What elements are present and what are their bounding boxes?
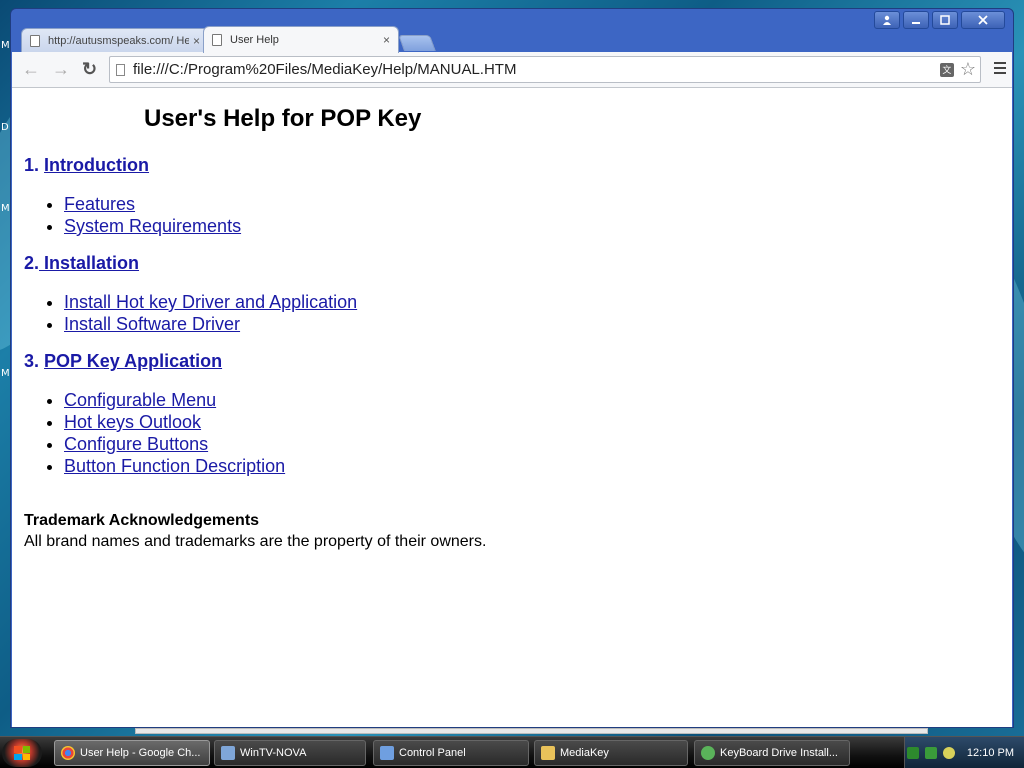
list-item: Button Function Description [64, 455, 285, 477]
page-content: User's Help for POP Key 1. Introduction … [12, 88, 1012, 727]
list-item: Features [64, 193, 241, 215]
minimize-icon [912, 22, 920, 24]
section-heading-installation: 2. Installation [24, 253, 139, 274]
list-item: System Requirements [64, 215, 241, 237]
chrome-menu-button[interactable] [994, 62, 1006, 74]
link-system-requirements[interactable]: System Requirements [64, 216, 241, 236]
tab-user-help[interactable]: User Help × [203, 26, 399, 53]
browser-window: http://autusmspeaks.com/ He × User Help … [10, 8, 1014, 728]
address-bar[interactable]: file:///C:/Program%20Files/MediaKey/Help… [109, 56, 981, 83]
logo-quadrant [22, 746, 30, 753]
section-number: 3. [24, 351, 40, 371]
link-configurable-menu[interactable]: Configurable Menu [64, 390, 216, 410]
section-number: 1. [24, 155, 40, 175]
menu-bar-line [994, 62, 1006, 64]
tab-close-icon[interactable]: × [383, 33, 390, 47]
list-item: Configurable Menu [64, 389, 285, 411]
task-user-help[interactable]: User Help - Google Ch... [54, 740, 210, 766]
link-configure-buttons[interactable]: Configure Buttons [64, 434, 208, 454]
user-icon [883, 15, 891, 25]
task-label: KeyBoard Drive Install... [720, 747, 838, 759]
control-panel-icon [380, 746, 394, 760]
logo-quadrant [22, 753, 30, 760]
pop-key-application-list: Configurable Menu Hot keys Outlook Confi… [24, 389, 285, 477]
start-button[interactable] [2, 739, 42, 767]
forward-button[interactable]: → [52, 60, 70, 78]
task-label: User Help - Google Ch... [80, 747, 201, 759]
maximize-icon [940, 15, 950, 25]
link-button-function-description[interactable]: Button Function Description [64, 456, 285, 476]
tab-autismspeaks[interactable]: http://autusmspeaks.com/ He × [21, 28, 209, 53]
task-control-panel[interactable]: Control Panel [373, 740, 529, 766]
system-tray: 12:10 PM [904, 737, 1024, 768]
installer-icon [701, 746, 715, 760]
logo-quadrant [14, 753, 22, 760]
list-item: Install Hot key Driver and Application [64, 291, 357, 313]
logo-quadrant [14, 746, 22, 753]
menu-bar-line [994, 67, 1006, 69]
section-number: 2. [24, 253, 40, 273]
horizontal-scrollbar[interactable] [135, 728, 928, 734]
minimize-button[interactable] [903, 11, 929, 29]
translate-icon[interactable]: 文 [939, 62, 954, 77]
windows-logo-icon [14, 746, 30, 760]
title-bar[interactable]: http://autusmspeaks.com/ He × User Help … [11, 9, 1013, 53]
browser-toolbar: ← → ↻ file:///C:/Program%20Files/MediaKe… [12, 52, 1012, 88]
task-label: WinTV-NOVA [240, 747, 307, 759]
installation-list: Install Hot key Driver and Application I… [24, 291, 357, 335]
task-keyboard-drive-install[interactable]: KeyBoard Drive Install... [694, 740, 850, 766]
section-heading-pop-key-application: 3. POP Key Application [24, 351, 222, 372]
tv-icon [221, 746, 235, 760]
tray-media-icon[interactable] [942, 746, 955, 759]
task-wintv-nova[interactable]: WinTV-NOVA [214, 740, 366, 766]
page-icon [212, 34, 222, 46]
desktop-icon-label: D [1, 122, 9, 133]
chrome-icon [61, 746, 75, 760]
tray-network-icon[interactable] [924, 746, 937, 759]
list-item: Configure Buttons [64, 433, 285, 455]
link-install-hot-key-driver[interactable]: Install Hot key Driver and Application [64, 292, 357, 312]
desktop-icon-label: M [1, 368, 10, 379]
menu-bar-line [994, 72, 1006, 74]
list-item: Install Software Driver [64, 313, 357, 335]
link-hot-keys-outlook[interactable]: Hot keys Outlook [64, 412, 201, 432]
introduction-list: Features System Requirements [24, 193, 241, 237]
page-icon [116, 63, 125, 76]
window-controls [874, 11, 1005, 29]
task-label: Control Panel [399, 747, 466, 759]
link-features[interactable]: Features [64, 194, 135, 214]
maximize-button[interactable] [932, 11, 958, 29]
url-text[interactable]: file:///C:/Program%20Files/MediaKey/Help… [133, 61, 940, 78]
tab-title: http://autusmspeaks.com/ He [48, 35, 189, 47]
tray-flag-icon[interactable] [906, 746, 919, 759]
close-icon [978, 15, 988, 25]
page-icon [30, 35, 40, 47]
taskbar: User Help - Google Ch... WinTV-NOVA Cont… [0, 736, 1024, 768]
tab-close-icon[interactable]: × [193, 34, 200, 48]
folder-icon [541, 746, 555, 760]
new-tab-button[interactable] [398, 35, 436, 51]
task-mediakey[interactable]: MediaKey [534, 740, 688, 766]
tab-strip: http://autusmspeaks.com/ He × User Help … [21, 26, 436, 53]
task-label: MediaKey [560, 747, 609, 759]
back-button[interactable]: ← [22, 60, 40, 78]
link-pop-key-application[interactable]: POP Key Application [44, 351, 222, 371]
section-heading-introduction: 1. Introduction [24, 155, 149, 176]
page-title: User's Help for POP Key [144, 105, 422, 132]
clock[interactable]: 12:10 PM [967, 747, 1014, 759]
desktop-icon-label: M [1, 40, 10, 51]
link-install-software-driver[interactable]: Install Software Driver [64, 314, 240, 334]
reload-button[interactable]: ↻ [82, 60, 97, 78]
tab-title: User Help [230, 34, 279, 46]
profile-button[interactable] [874, 11, 900, 29]
trademark-text: All brand names and trademarks are the p… [24, 533, 487, 550]
desktop-icon-label: M [1, 203, 10, 214]
list-item: Hot keys Outlook [64, 411, 285, 433]
link-introduction[interactable]: Introduction [44, 155, 149, 175]
bookmark-star-icon[interactable]: ☆ [960, 59, 976, 80]
link-installation[interactable]: Installation [39, 253, 139, 273]
close-window-button[interactable] [961, 11, 1005, 29]
trademark-heading: Trademark Acknowledgements [24, 512, 260, 529]
